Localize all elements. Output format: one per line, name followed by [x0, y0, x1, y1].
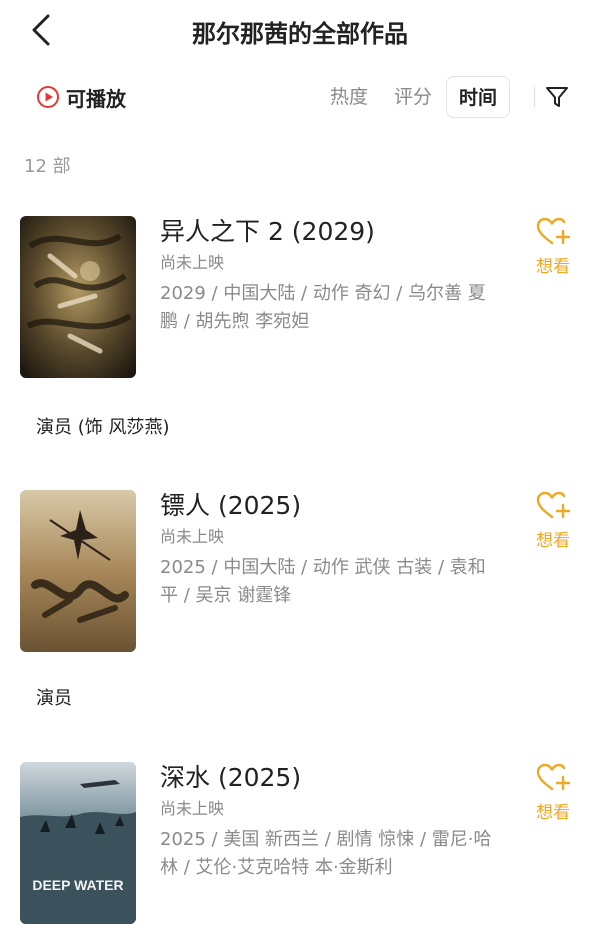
poster-image[interactable]: [20, 490, 136, 652]
poster-title-text: DEEP WATER: [32, 877, 123, 893]
item-info: 镖人 (2025) 尚未上映 2025 / 中国大陆 / 动作 武侠 古装 / …: [160, 490, 500, 610]
item-title[interactable]: 镖人 (2025): [160, 490, 500, 522]
item-status: 尚未上映: [160, 527, 225, 546]
item-desc: 2029 / 中国大陆 / 动作 奇幻 / 乌尔善 夏鹏 / 胡先煦 李宛妲: [160, 283, 486, 332]
play-circle-icon: [37, 86, 59, 108]
item-status: 尚未上映: [160, 799, 225, 818]
want-label: 想看: [536, 531, 570, 551]
want-to-watch-button[interactable]: 想看: [530, 490, 576, 551]
heart-plus-icon: [536, 491, 571, 519]
list-item[interactable]: 镖人 (2025) 尚未上映 2025 / 中国大陆 / 动作 武侠 古装 / …: [0, 490, 600, 660]
item-desc: 2025 / 中国大陆 / 动作 武侠 古装 / 袁和平 / 吴京 谢霆锋: [160, 557, 486, 606]
list-item[interactable]: 异人之下 2 (2029) 尚未上映 2029 / 中国大陆 / 动作 奇幻 /…: [0, 216, 600, 386]
item-status: 尚未上映: [160, 253, 225, 272]
playable-label: 可播放: [66, 86, 126, 111]
list-item[interactable]: DEEP WATER 深水 (2025) 尚未上映 2025 / 美国 新西兰 …: [0, 762, 600, 932]
role-label: 演员 (饰 风莎燕): [36, 417, 170, 438]
poster-image[interactable]: DEEP WATER: [20, 762, 136, 924]
role-label: 演员: [36, 688, 72, 709]
page-title: 那尔那茜的全部作品: [192, 20, 408, 48]
want-to-watch-button[interactable]: 想看: [530, 216, 576, 277]
item-info: 异人之下 2 (2029) 尚未上映 2029 / 中国大陆 / 动作 奇幻 /…: [160, 216, 500, 336]
want-to-watch-button[interactable]: 想看: [530, 762, 576, 823]
nav-bar: 那尔那茜的全部作品: [0, 0, 600, 64]
poster-image[interactable]: [20, 216, 136, 378]
heart-plus-icon: [536, 763, 571, 791]
heart-plus-icon: [536, 217, 571, 245]
filter-funnel-icon[interactable]: [544, 84, 570, 110]
filter-divider: [534, 87, 535, 107]
item-title[interactable]: 异人之下 2 (2029): [160, 216, 500, 248]
item-title[interactable]: 深水 (2025): [160, 762, 500, 794]
item-info: 深水 (2025) 尚未上映 2025 / 美国 新西兰 / 剧情 惊悚 / 雷…: [160, 762, 500, 882]
sort-score-tab[interactable]: 评分: [392, 76, 434, 118]
filter-bar: 可播放 热度 评分 时间: [0, 72, 600, 122]
item-desc: 2025 / 美国 新西兰 / 剧情 惊悚 / 雷尼·哈林 / 艾伦·艾克哈特 …: [160, 829, 492, 878]
playable-filter[interactable]: 可播放: [36, 84, 126, 111]
want-label: 想看: [536, 803, 570, 823]
works-count: 12 部: [24, 156, 71, 177]
want-label: 想看: [536, 257, 570, 277]
sort-hot-tab[interactable]: 热度: [328, 76, 370, 118]
sort-time-tab[interactable]: 时间: [446, 76, 510, 118]
